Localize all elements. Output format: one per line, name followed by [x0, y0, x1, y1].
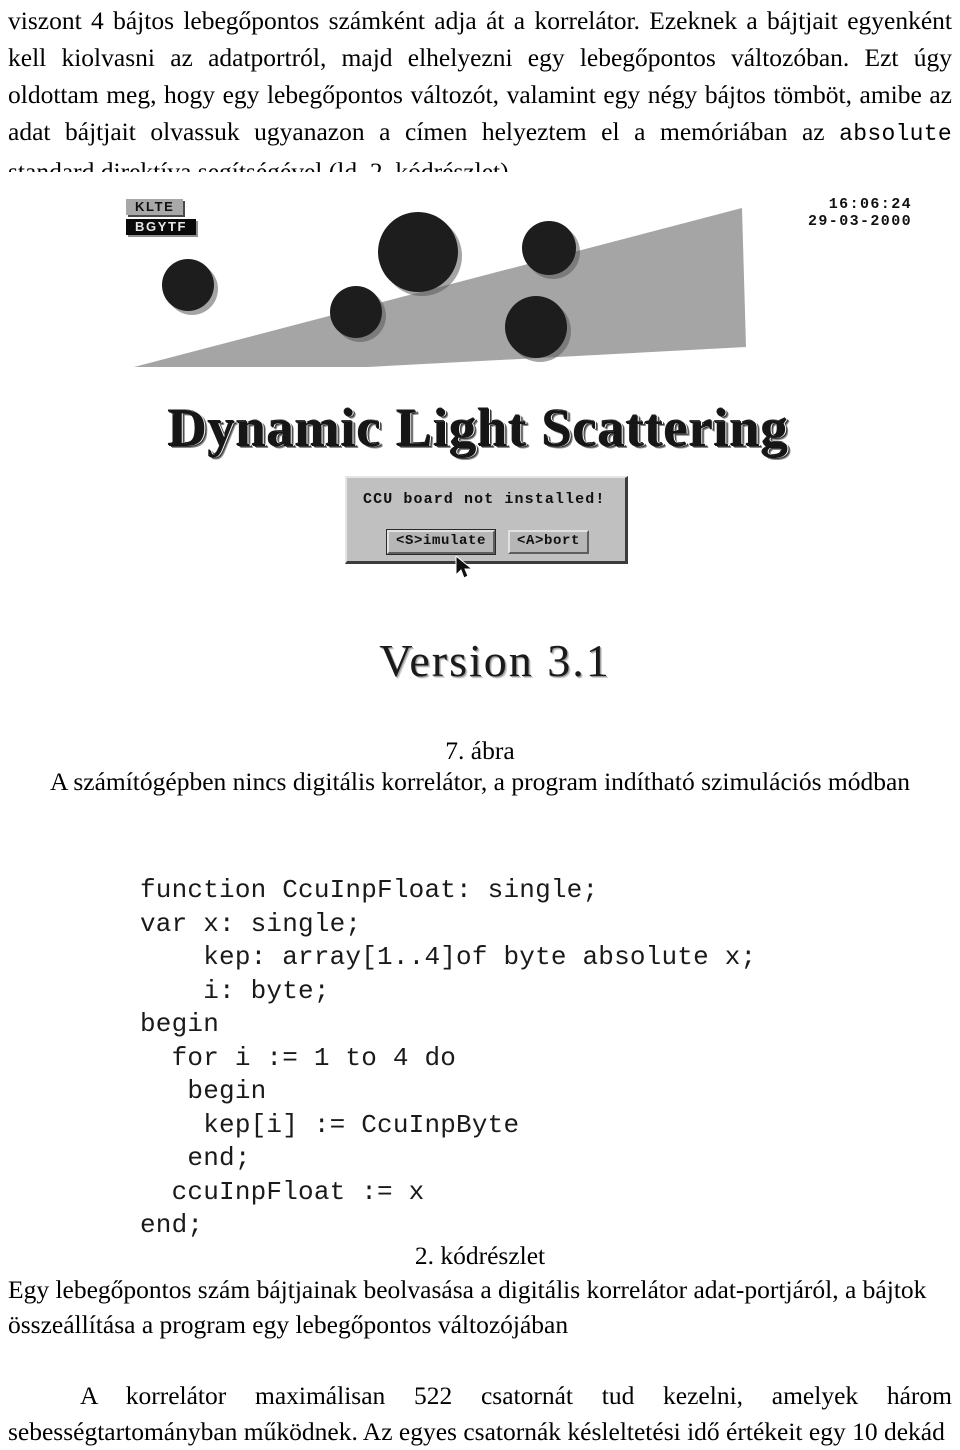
clock-time: 16:06:24 [828, 196, 912, 213]
abort-button[interactable]: <A>bort [508, 530, 590, 554]
inline-code-absolute: absolute [839, 121, 952, 147]
figure-number: 7. ábra [445, 736, 515, 765]
code-caption-line-2: összeállítása a program egy lebegőpontos… [8, 1310, 569, 1339]
document-page: viszont 4 bájtos lebegőpontos számként a… [0, 0, 960, 1446]
simulate-button[interactable]: <S>imulate [385, 529, 497, 555]
particle-1 [162, 259, 214, 311]
particle-3 [378, 212, 458, 292]
code-caption-line-1: Egy lebegőpontos szám bájtjainak beolvas… [8, 1275, 927, 1304]
app-title: Dynamic Light Scattering [168, 398, 789, 458]
particle-2 [330, 286, 382, 338]
dialog-message: CCU board not installed! [363, 491, 606, 508]
ccu-warning-dialog: CCU board not installed! <S>imulate <A>b… [345, 476, 628, 564]
app-version: Version 3.1 [379, 635, 611, 686]
paragraph-top-text-before: viszont 4 bájtos lebegőpontos számként a… [8, 6, 952, 146]
splash-clock: 16:06:24 29-03-2000 [752, 196, 912, 230]
particle-5 [505, 296, 567, 358]
paragraph-bottom: A korrelátor maximálisan 522 csatornát t… [8, 1381, 952, 1446]
particle-4 [522, 221, 576, 275]
code-number: 2. kódrészlet [414, 1241, 546, 1270]
clock-date: 29-03-2000 [807, 213, 912, 230]
paragraph-top: viszont 4 bájtos lebegőpontos számként a… [8, 2, 952, 190]
code-caption: Egy lebegőpontos szám bájtjainak beolvas… [8, 1272, 952, 1342]
mouse-cursor-icon [455, 556, 474, 579]
figure-caption: A számítógépben nincs digitális korrelát… [49, 767, 911, 796]
dialog-button-row: <S>imulate <A>bort [385, 529, 590, 555]
scattering-scene [130, 195, 770, 385]
light-beam-wedge-icon [134, 208, 746, 367]
pascal-code-listing: function CcuInpFloat: single; var x: sin… [140, 875, 757, 1240]
